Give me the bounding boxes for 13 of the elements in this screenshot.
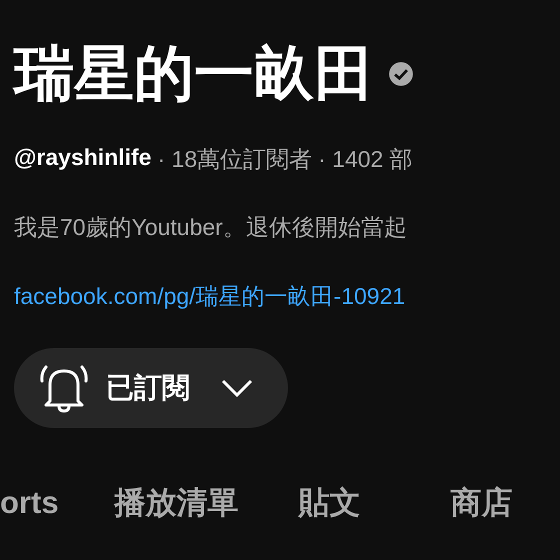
- channel-tab[interactable]: 播放清單: [114, 482, 239, 524]
- channel-tab[interactable]: orts: [0, 482, 59, 524]
- subscriber-count: · 18萬位訂閱者: [157, 145, 312, 174]
- channel-name: 瑞星的一畝田: [14, 44, 374, 104]
- subscribed-button[interactable]: 已訂閱: [14, 348, 288, 428]
- caret-icon: [220, 378, 254, 398]
- channel-link[interactable]: facebook.com/pg/瑞星的一畝田-10921: [14, 281, 406, 312]
- video-count: · 1402 部: [318, 145, 413, 174]
- bell-icon: [38, 363, 90, 413]
- channel-description[interactable]: 我是70歲的Youtuber。退休後開始當起: [0, 212, 560, 243]
- channel-tab[interactable]: 商店: [450, 482, 513, 524]
- channel-handle: @rayshinlife: [14, 144, 152, 172]
- channel-tab[interactable]: 貼文: [298, 482, 361, 524]
